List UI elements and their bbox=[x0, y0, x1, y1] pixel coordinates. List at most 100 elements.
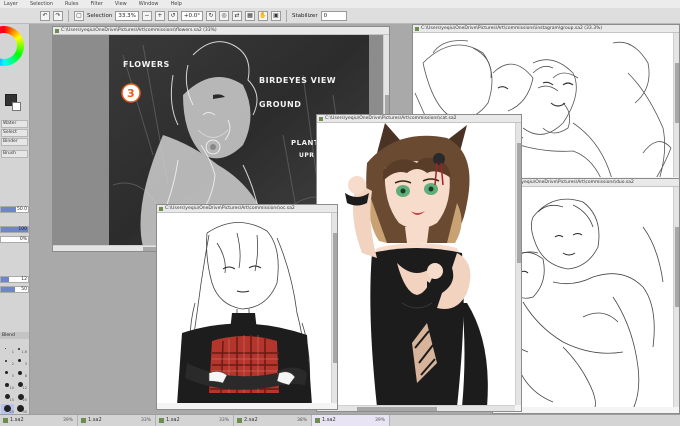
note-plant: PLANT bbox=[291, 139, 319, 147]
rotation-field[interactable]: +0.0° bbox=[180, 10, 203, 21]
brush-size-8-label: 12 bbox=[22, 386, 27, 390]
undo-icon[interactable]: ↶ bbox=[40, 10, 50, 21]
brush-size-8[interactable]: 12 bbox=[14, 380, 27, 390]
horizontal-scrollbar[interactable] bbox=[317, 405, 515, 411]
brush-size-6-label: 8 bbox=[24, 374, 27, 378]
menu-layer[interactable]: Layer bbox=[4, 1, 18, 7]
scroll-thumb[interactable] bbox=[675, 227, 679, 307]
toolbar-divider bbox=[68, 9, 69, 22]
brush-slider-3-value: 0% bbox=[19, 237, 27, 242]
vertical-scrollbar[interactable] bbox=[331, 213, 337, 403]
document-tab-5[interactable]: 1.sa2 39% bbox=[312, 415, 390, 426]
window-title[interactable]: C:\Users\yeqiu\OneDrive\Pictures\Art\com… bbox=[317, 115, 521, 123]
rotate-reset-icon[interactable]: ◎ bbox=[218, 10, 229, 21]
rotate-left-icon[interactable]: ↺ bbox=[167, 10, 178, 21]
toolbar-divider bbox=[285, 9, 287, 22]
selection-label: Selection bbox=[87, 12, 113, 19]
tab-zoom: 39% bbox=[62, 418, 73, 423]
document-icon bbox=[415, 27, 419, 31]
toolbar: ↶ ↷ ▢ Selection 33.3% − + ↺ +0.0° ↻ ◎ ⇄ … bbox=[0, 8, 680, 24]
document-icon bbox=[237, 418, 242, 423]
zoom-out-icon[interactable]: − bbox=[141, 10, 152, 21]
selection-toggle-icon[interactable]: ▢ bbox=[74, 10, 84, 21]
brush-size-11[interactable]: 25 bbox=[1, 404, 14, 414]
brush-size-4-label: 3 bbox=[24, 362, 27, 366]
brush-slider-5[interactable]: 50 bbox=[0, 286, 29, 293]
fit-icon[interactable]: ▣ bbox=[270, 10, 281, 21]
menu-help[interactable]: Help bbox=[170, 1, 181, 7]
scroll-thumb[interactable] bbox=[333, 233, 337, 363]
document-tab-1[interactable]: 1.sa2 39% bbox=[0, 415, 78, 426]
tool-brush[interactable]: Brush bbox=[1, 150, 28, 158]
window-title-text: C:\Users\yeqiu\OneDrive\Pictures\Art\com… bbox=[61, 28, 217, 33]
tool-water[interactable]: Water bbox=[1, 120, 28, 128]
menu-window[interactable]: Window bbox=[139, 1, 159, 7]
menu-rules[interactable]: Rules bbox=[65, 1, 79, 7]
twin-tail-girl-art bbox=[177, 222, 312, 403]
menu-filter[interactable]: Filter bbox=[91, 1, 103, 7]
brush-slider-1-value: 50.0 bbox=[16, 207, 27, 212]
brush-size-9[interactable]: 15 bbox=[1, 392, 14, 402]
brush-size-3[interactable]: 2 bbox=[1, 356, 14, 366]
brush-size-1[interactable]: 1 bbox=[1, 344, 14, 354]
redo-icon[interactable]: ↷ bbox=[53, 10, 63, 21]
scroll-thumb[interactable] bbox=[675, 63, 679, 123]
stabilizer-label: Stabilizer bbox=[291, 12, 318, 19]
canvas-window-cat[interactable]: C:\Users\yeqiu\OneDrive\Pictures\Art\com… bbox=[316, 114, 522, 412]
brush-size-6[interactable]: 8 bbox=[14, 368, 27, 378]
tool-binder[interactable]: Binder bbox=[1, 138, 28, 146]
zoom-field[interactable]: 33.3% bbox=[115, 10, 139, 21]
zoom-in-icon[interactable]: + bbox=[154, 10, 165, 21]
document-icon bbox=[315, 418, 320, 423]
rotate-right-icon[interactable]: ↻ bbox=[205, 10, 216, 21]
window-title[interactable]: C:\Users\yeqiu\OneDrive\Pictures\Art\com… bbox=[53, 27, 389, 35]
brush-slider-2[interactable]: 100 bbox=[0, 226, 29, 233]
brush-slider-1[interactable]: 50.0 bbox=[0, 206, 29, 213]
document-icon bbox=[159, 418, 164, 423]
drawing-canvas[interactable] bbox=[157, 213, 331, 403]
brush-slider-3[interactable]: 0% bbox=[0, 236, 29, 243]
scroll-thumb[interactable] bbox=[517, 143, 521, 263]
hand-icon[interactable]: ✋ bbox=[257, 10, 268, 21]
tab-zoom: 39% bbox=[374, 418, 385, 423]
brush-slider-5-value: 50 bbox=[21, 287, 27, 292]
secondary-color-swatch[interactable] bbox=[12, 102, 21, 111]
brush-size-2-label: 1.6 bbox=[21, 350, 27, 354]
brush-size-2[interactable]: 1.6 bbox=[14, 344, 27, 354]
vertical-scrollbar[interactable] bbox=[673, 33, 679, 177]
document-tab-4[interactable]: 2.sa2 38% bbox=[234, 415, 312, 426]
tool-select[interactable]: Select bbox=[1, 129, 28, 137]
canvas-window-oc[interactable]: C:\Users\yeqiu\OneDrive\Pictures\Art\com… bbox=[156, 204, 338, 410]
flip-icon[interactable]: ⇄ bbox=[231, 10, 242, 21]
document-icon bbox=[3, 418, 8, 423]
menu-selection[interactable]: Selection bbox=[30, 1, 53, 7]
window-title-text: C:\Users\yeqiu\OneDrive\Pictures\Art\com… bbox=[165, 206, 295, 211]
note-upr: UPR bbox=[299, 152, 314, 159]
brush-slider-4[interactable]: 12 bbox=[0, 276, 29, 283]
color-wheel[interactable] bbox=[0, 26, 24, 66]
tab-label: 1.sa2 bbox=[166, 417, 180, 423]
document-tab-2[interactable]: 1.sa2 33% bbox=[78, 415, 156, 426]
brush-size-4[interactable]: 3 bbox=[14, 356, 27, 366]
window-title[interactable]: C:\Users\yeqiu\OneDrive\Pictures\Art\com… bbox=[157, 205, 337, 213]
drawing-canvas[interactable] bbox=[317, 123, 515, 405]
brush-size-12[interactable]: 30 bbox=[14, 404, 27, 414]
document-tab-bar: 1.sa2 39% 1.sa2 33% 1.sa2 33% 2.sa2 38% 1.sa… bbox=[0, 414, 680, 426]
brush-size-7[interactable]: 10 bbox=[1, 380, 14, 390]
vertical-scrollbar[interactable] bbox=[515, 123, 521, 405]
stabilizer-field[interactable]: 0 bbox=[320, 10, 347, 21]
document-icon bbox=[319, 117, 323, 121]
brush-slider-4-value: 12 bbox=[21, 277, 27, 282]
scroll-thumb[interactable] bbox=[357, 407, 437, 411]
window-title[interactable]: C:\Users\yeqiu\OneDrive\Pictures\Art\com… bbox=[413, 25, 679, 33]
tab-zoom: 33% bbox=[218, 418, 229, 423]
document-icon bbox=[159, 207, 163, 211]
window-title-text: C:\Users\yeqiu\OneDrive\Pictures\Art\com… bbox=[421, 26, 603, 31]
menu-view[interactable]: View bbox=[115, 1, 127, 7]
document-tab-3[interactable]: 1.sa2 33% bbox=[156, 415, 234, 426]
brush-size-5[interactable]: 5 bbox=[1, 368, 14, 378]
vertical-scrollbar[interactable] bbox=[673, 187, 679, 407]
menu-bar: Layer Selection Rules Filter View Window… bbox=[0, 0, 680, 8]
grid-icon[interactable]: ▦ bbox=[244, 10, 255, 21]
brush-size-10[interactable]: 20 bbox=[14, 392, 27, 402]
